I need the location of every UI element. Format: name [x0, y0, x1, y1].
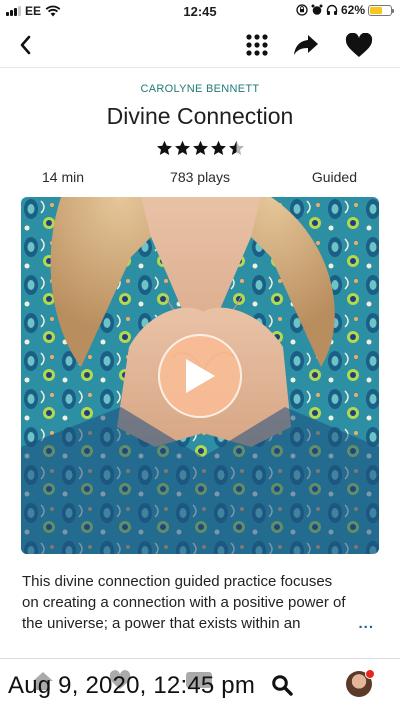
- nav-bar: [0, 22, 400, 68]
- status-right: 62%: [296, 3, 394, 17]
- search-icon: [272, 675, 293, 696]
- battery-percent: 62%: [340, 3, 365, 17]
- star-icon: [228, 140, 244, 155]
- tab-search[interactable]: [271, 674, 293, 701]
- back-chevron-icon: [20, 35, 31, 55]
- star-icon: [192, 140, 208, 155]
- grid-dots-icon: [246, 34, 268, 56]
- read-more-button[interactable]: ...: [356, 613, 374, 634]
- star-icon: [174, 140, 190, 155]
- star-icon: [210, 140, 226, 155]
- favorite-button[interactable]: [344, 30, 374, 60]
- share-button[interactable]: [291, 30, 321, 60]
- type-label: Guided: [311, 169, 357, 185]
- grid-menu-button[interactable]: [242, 30, 272, 60]
- play-icon: [186, 359, 215, 393]
- description-text: This divine connection guided practice f…: [22, 573, 346, 632]
- battery-icon: [368, 4, 394, 16]
- headphones-icon: [326, 4, 338, 15]
- back-button[interactable]: [10, 30, 40, 60]
- description: This divine connection guided practice f…: [22, 571, 378, 634]
- page-title: Divine Connection: [106, 103, 294, 129]
- status-bar: EE 12:45 62%: [0, 0, 400, 22]
- notification-dot: [365, 669, 375, 679]
- alarm-icon: [311, 4, 323, 15]
- play-button[interactable]: [158, 334, 242, 418]
- timestamp-overlay: Aug 9, 2020, 12:45 pm: [8, 672, 256, 699]
- star-rating: [0, 140, 400, 157]
- author-name[interactable]: CAROLYNE BENNETT: [0, 83, 400, 95]
- star-icon: [156, 140, 172, 155]
- screen-lock-icon: [296, 4, 308, 16]
- share-arrow-icon: [294, 35, 318, 55]
- heart-icon: [345, 32, 373, 57]
